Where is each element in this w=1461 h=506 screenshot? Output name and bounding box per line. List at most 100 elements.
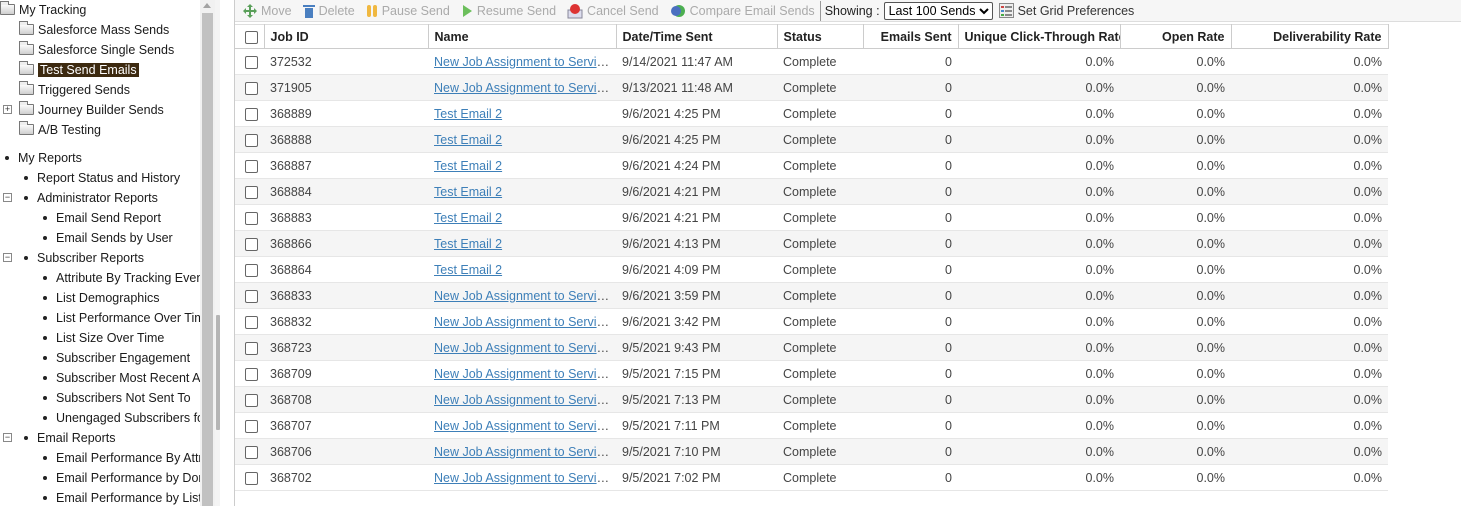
- tree-item-report[interactable]: Subscriber Engagement: [0, 348, 200, 368]
- table-row[interactable]: 368866 Test Email 2 9/6/2021 4:13 PM Comple…: [235, 230, 1388, 257]
- tree-item-report-status-and-history[interactable]: Report Status and History: [0, 168, 200, 188]
- row-checkbox[interactable]: [245, 419, 258, 433]
- row-checkbox[interactable]: [245, 263, 258, 277]
- column-header-date-time-sent[interactable]: Date/Time Sent: [616, 24, 778, 49]
- email-name-link[interactable]: New Job Assignment to Servic...: [434, 445, 613, 459]
- tree-group-administrator-reports[interactable]: − Administrator Reports: [0, 188, 200, 208]
- set-grid-preferences-button[interactable]: Set Grid Preferences: [998, 1, 1134, 21]
- table-row[interactable]: 368832 New Job Assignment to Servic... 9/6…: [235, 308, 1388, 335]
- scrollbar-thumb[interactable]: [202, 13, 213, 506]
- row-checkbox[interactable]: [245, 341, 258, 355]
- pause-send-button[interactable]: Pause Send: [366, 1, 450, 21]
- tree-item-salesforce-single-sends[interactable]: Salesforce Single Sends: [0, 40, 200, 60]
- row-checkbox[interactable]: [245, 367, 258, 381]
- email-name-link[interactable]: Test Email 2: [434, 107, 502, 121]
- tree-item-report[interactable]: Email Performance by List: [0, 488, 200, 506]
- row-checkbox[interactable]: [245, 133, 258, 147]
- table-row[interactable]: 368889 Test Email 2 9/6/2021 4:25 PM Comple…: [235, 100, 1388, 127]
- column-header-status[interactable]: Status: [777, 24, 864, 49]
- row-checkbox[interactable]: [245, 445, 258, 459]
- tree-item-report[interactable]: List Performance Over Tim: [0, 308, 200, 328]
- row-checkbox[interactable]: [245, 471, 258, 485]
- row-checkbox[interactable]: [245, 237, 258, 251]
- splitter-handle[interactable]: [216, 315, 220, 430]
- email-name-link[interactable]: New Job Assignment to Servic...: [434, 419, 613, 433]
- tree-item-a-b-testing[interactable]: A/B Testing: [0, 120, 200, 140]
- tree-item-test-send-emails[interactable]: Test Send Emails: [0, 60, 200, 80]
- email-name-link[interactable]: New Job Assignment to Servic...: [434, 341, 613, 355]
- tree-item-triggered-sends[interactable]: Triggered Sends: [0, 80, 200, 100]
- tree-item-report[interactable]: List Size Over Time: [0, 328, 200, 348]
- tree-item-report[interactable]: Email Send Report: [0, 208, 200, 228]
- table-row[interactable]: 368884 Test Email 2 9/6/2021 4:21 PM Comple…: [235, 178, 1388, 205]
- table-row[interactable]: 368864 Test Email 2 9/6/2021 4:09 PM Comple…: [235, 256, 1388, 283]
- table-row[interactable]: 368708 New Job Assignment to Servic... 9/5…: [235, 386, 1388, 413]
- tree-item-journey-builder-sends[interactable]: + Journey Builder Sends: [0, 100, 200, 120]
- row-checkbox[interactable]: [245, 185, 258, 199]
- tree-group-subscriber-reports[interactable]: − Subscriber Reports: [0, 248, 200, 268]
- sidebar-scrollbar[interactable]: [200, 0, 215, 506]
- collapse-icon[interactable]: −: [3, 433, 12, 442]
- collapse-icon[interactable]: −: [3, 193, 12, 202]
- column-header-open-rate[interactable]: Open Rate: [1120, 24, 1232, 49]
- email-name-link[interactable]: Test Email 2: [434, 263, 502, 277]
- column-header-emails-sent[interactable]: Emails Sent: [863, 24, 959, 49]
- table-row[interactable]: 368833 New Job Assignment to Servic... 9/6…: [235, 282, 1388, 309]
- compare-email-sends-button[interactable]: Compare Email Sends: [670, 1, 815, 21]
- table-row[interactable]: 368888 Test Email 2 9/6/2021 4:25 PM Comple…: [235, 126, 1388, 153]
- row-checkbox[interactable]: [245, 55, 258, 69]
- table-row[interactable]: 372532 New Job Assignment to Servic... 9/1…: [235, 48, 1388, 75]
- email-name-link[interactable]: New Job Assignment to Servic...: [434, 315, 613, 329]
- table-row[interactable]: 368883 Test Email 2 9/6/2021 4:21 PM Comple…: [235, 204, 1388, 231]
- email-name-link[interactable]: Test Email 2: [434, 211, 502, 225]
- table-row[interactable]: 368707 New Job Assignment to Servic... 9/5…: [235, 412, 1388, 439]
- column-header-unique-click-through-rate[interactable]: Unique Click-Through Rate: [958, 24, 1121, 49]
- tree-item-report[interactable]: Subscribers Not Sent To: [0, 388, 200, 408]
- expand-icon[interactable]: +: [3, 105, 12, 114]
- email-name-link[interactable]: Test Email 2: [434, 237, 502, 251]
- tree-item-my-tracking[interactable]: My Tracking: [0, 0, 200, 20]
- row-checkbox[interactable]: [245, 289, 258, 303]
- tree-item-my-reports[interactable]: My Reports: [0, 148, 200, 168]
- row-checkbox[interactable]: [245, 211, 258, 225]
- table-row[interactable]: 368723 New Job Assignment to Servic... 9/5…: [235, 334, 1388, 361]
- cancel-send-button[interactable]: Cancel Send: [567, 1, 659, 21]
- row-checkbox[interactable]: [245, 393, 258, 407]
- email-name-link[interactable]: Test Email 2: [434, 185, 502, 199]
- tree-item-salesforce-mass-sends[interactable]: Salesforce Mass Sends: [0, 20, 200, 40]
- column-header-name[interactable]: Name: [428, 24, 617, 49]
- table-row[interactable]: 371905 New Job Assignment to Servic... 9/1…: [235, 74, 1388, 101]
- email-name-link[interactable]: New Job Assignment to Servic...: [434, 289, 613, 303]
- email-name-link[interactable]: New Job Assignment to Servic...: [434, 393, 613, 407]
- email-name-link[interactable]: New Job Assignment to Servic...: [434, 367, 613, 381]
- email-name-link[interactable]: New Job Assignment to Servic...: [434, 55, 613, 69]
- tree-item-report[interactable]: Attribute By Tracking Event: [0, 268, 200, 288]
- table-row[interactable]: 368702 New Job Assignment to Servic... 9/5…: [235, 464, 1388, 491]
- table-row[interactable]: 368709 New Job Assignment to Servic... 9/5…: [235, 360, 1388, 387]
- email-name-link[interactable]: New Job Assignment to Servic...: [434, 81, 613, 95]
- row-checkbox[interactable]: [245, 315, 258, 329]
- resume-send-button[interactable]: Resume Send: [461, 1, 556, 21]
- table-row[interactable]: 368887 Test Email 2 9/6/2021 4:24 PM Comple…: [235, 152, 1388, 179]
- tree-item-report[interactable]: List Demographics: [0, 288, 200, 308]
- row-checkbox[interactable]: [245, 107, 258, 121]
- showing-select[interactable]: Last 100 Sends: [883, 1, 993, 20]
- email-name-link[interactable]: New Job Assignment to Servic...: [434, 471, 613, 485]
- tree-item-report[interactable]: Unengaged Subscribers fo: [0, 408, 200, 428]
- tree-item-report[interactable]: Email Performance By Attri: [0, 448, 200, 468]
- pane-splitter[interactable]: [215, 0, 220, 506]
- move-button[interactable]: Move: [243, 1, 292, 21]
- table-row[interactable]: 368706 New Job Assignment to Servic... 9/5…: [235, 438, 1388, 465]
- column-header-deliverability-rate[interactable]: Deliverability Rate: [1231, 24, 1389, 49]
- scroll-up-icon[interactable]: [203, 3, 211, 8]
- tree-group-email-reports[interactable]: − Email Reports: [0, 428, 200, 448]
- delete-button[interactable]: Delete: [302, 1, 355, 21]
- collapse-icon[interactable]: −: [3, 253, 12, 262]
- tree-item-report[interactable]: Email Performance by Don: [0, 468, 200, 488]
- tree-item-report[interactable]: Email Sends by User: [0, 228, 200, 248]
- select-all-checkbox[interactable]: [245, 30, 258, 44]
- email-name-link[interactable]: Test Email 2: [434, 159, 502, 173]
- tree-item-report[interactable]: Subscriber Most Recent Ac: [0, 368, 200, 388]
- row-checkbox[interactable]: [245, 81, 258, 95]
- row-checkbox[interactable]: [245, 159, 258, 173]
